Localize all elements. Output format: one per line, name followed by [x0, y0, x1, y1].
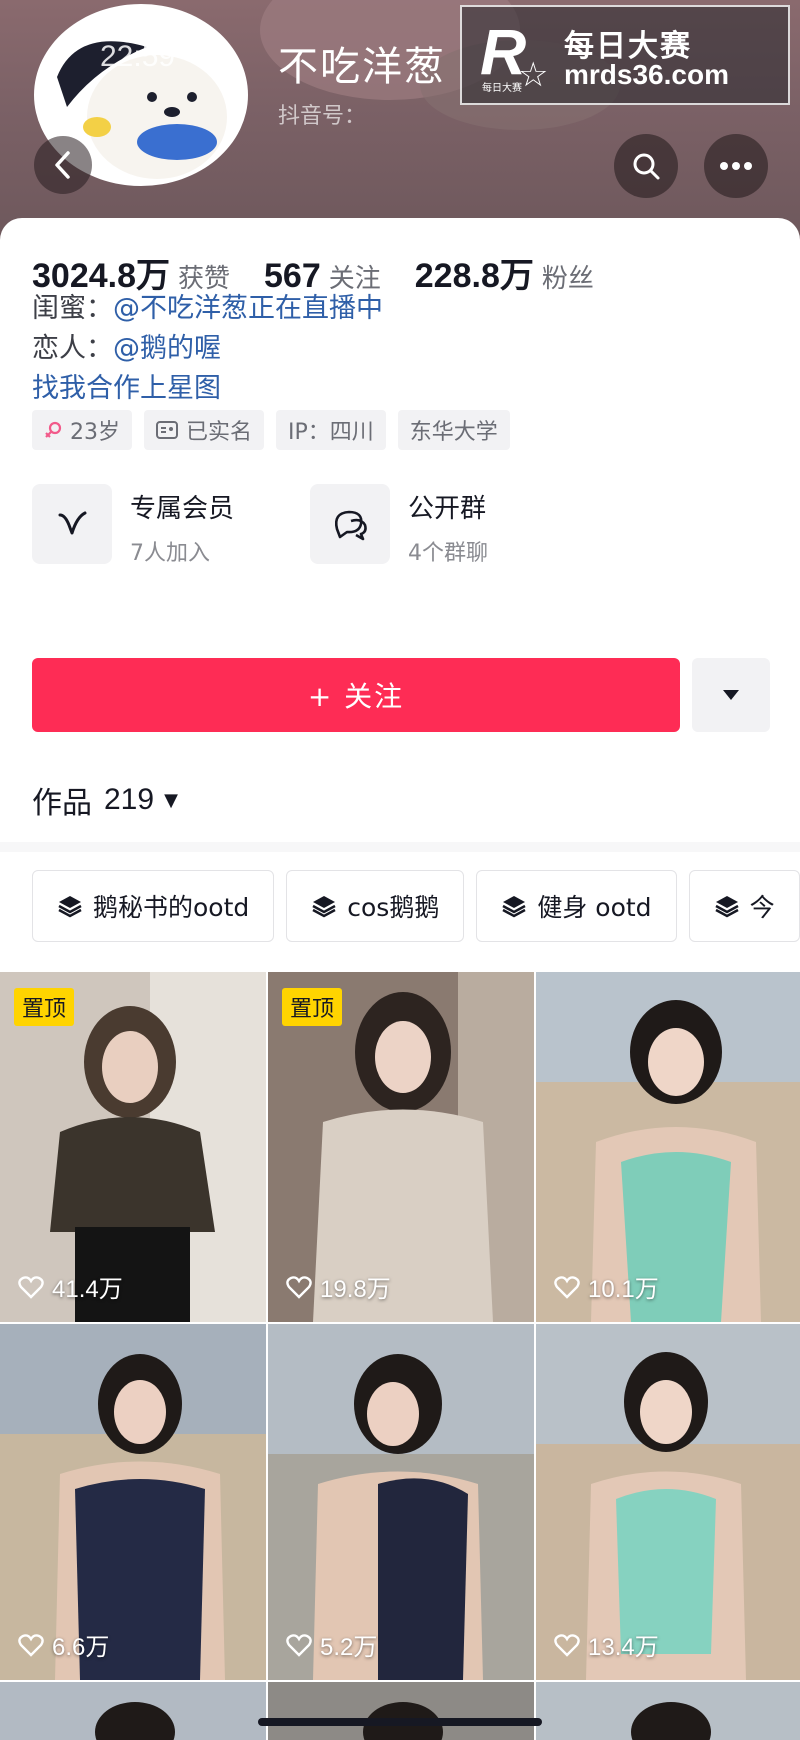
collection-name: 鹅秘书的ootd [93, 893, 250, 922]
feature-subtitle: 7人加入 [130, 541, 210, 566]
tag-verified: 已实名 [144, 410, 265, 450]
layers-icon [57, 894, 83, 918]
collections-row: 鹅秘书的ootd cos鹅鹅 健身 ootd 今 [32, 870, 800, 942]
tag-school[interactable]: 东华大学 [397, 410, 510, 450]
like-count: 19.8万 [320, 1276, 391, 1303]
watermark-url: mrds36.com [564, 59, 729, 90]
video-thumbnail[interactable] [536, 1682, 800, 1740]
pinned-badge: 置顶 [14, 988, 75, 1026]
heart-icon [554, 1633, 580, 1657]
tag-text: 已实名 [186, 420, 253, 445]
feature-subtitle: 4个群聊 [408, 541, 488, 566]
star-map-link[interactable]: 找我合作上星图 [32, 366, 221, 405]
feature-title: 专属会员 [130, 494, 235, 524]
tag-text: 23岁 [70, 420, 120, 445]
video-likes: 41.4万 [18, 1269, 123, 1304]
tag-age: 23岁 [32, 410, 132, 450]
pinned-badge: 置顶 [282, 988, 343, 1026]
video-photo [536, 1682, 800, 1740]
follow-options-button[interactable] [692, 658, 770, 732]
search-button[interactable] [614, 134, 678, 198]
video-thumbnail[interactable]: 13.4万 [536, 1324, 800, 1680]
star-icon: ☆ [518, 55, 549, 95]
heart-icon [286, 1633, 312, 1657]
video-thumbnail[interactable]: 5.2万 [268, 1324, 534, 1680]
video-thumbnail[interactable]: 10.1万 [536, 972, 800, 1322]
watermark-small-text: 每日大赛 [482, 83, 522, 94]
heart-icon [18, 1275, 44, 1299]
bestie-mention-link[interactable]: @不吃洋葱正在直播中 [113, 293, 383, 324]
tag-ip-location: IP：四川 [276, 410, 386, 450]
video-likes: 10.1万 [554, 1269, 659, 1304]
v-member-icon [32, 484, 112, 564]
video-likes: 6.6万 [18, 1627, 109, 1662]
video-likes: 5.2万 [286, 1627, 377, 1662]
profile-tags: 23岁 已实名 IP：四川 东华大学 [32, 410, 522, 450]
like-count: 13.4万 [588, 1634, 659, 1661]
home-indicator[interactable] [258, 1718, 542, 1726]
works-count: 219 [104, 783, 155, 816]
heart-icon [18, 1633, 44, 1657]
caret-down-icon: ▼ [164, 789, 178, 811]
video-thumbnail[interactable]: 6.6万 [0, 1324, 266, 1680]
heart-icon [286, 1275, 312, 1299]
works-tab[interactable]: 作品 219 ▼ [32, 778, 178, 822]
layers-icon [714, 894, 740, 918]
exclusive-membership-entry[interactable]: 专属会员 7人加入 [32, 484, 234, 567]
video-thumbnail[interactable] [268, 1682, 534, 1740]
douyin-id-label: 抖音号： [278, 104, 367, 129]
works-label: 作品 [32, 786, 92, 821]
id-card-icon [156, 421, 178, 439]
like-count: 41.4万 [52, 1276, 123, 1303]
video-grid: 置顶 41.4万 置顶 19.8万 10.1万 6.6万 5.2万 13.4万 [0, 972, 800, 1740]
video-photo [268, 1682, 534, 1740]
video-thumbnail[interactable] [0, 1682, 266, 1740]
stat-label: 粉丝 [541, 264, 594, 294]
back-button[interactable] [34, 136, 92, 194]
video-photo [0, 1682, 266, 1740]
more-button[interactable] [704, 134, 768, 198]
layers-icon [311, 894, 337, 918]
profile-nickname: 不吃洋葱 [278, 44, 446, 90]
profile-header: 22:59 不吃洋葱 抖音号： R ☆ 每日大赛 每日大赛 mrds36.com [0, 0, 800, 240]
bio-lover-line: 恋人：@鹅的喔 [32, 326, 221, 365]
more-dots-icon [720, 162, 752, 170]
heart-icon [554, 1275, 580, 1299]
collection-name: cos鹅鹅 [347, 893, 440, 922]
chevron-left-icon [55, 151, 70, 179]
caret-down-icon [723, 690, 739, 700]
video-likes: 19.8万 [286, 1269, 391, 1304]
collection-chip[interactable]: 鹅秘书的ootd [32, 870, 275, 942]
female-icon [44, 421, 62, 439]
layers-icon [501, 894, 527, 918]
stat-followers[interactable]: 228.8万 粉丝 [415, 248, 594, 297]
collection-name: 健身 ootd [537, 893, 652, 922]
like-count: 6.6万 [52, 1634, 110, 1661]
group-chat-icon [310, 484, 390, 564]
collection-chip[interactable]: 今 [688, 870, 800, 942]
stat-value: 228.8万 [414, 257, 534, 295]
video-thumbnail[interactable]: 置顶 19.8万 [268, 972, 534, 1322]
like-count: 10.1万 [588, 1276, 659, 1303]
video-likes: 13.4万 [554, 1627, 659, 1662]
collection-chip[interactable]: cos鹅鹅 [286, 870, 465, 942]
tag-text: 东华大学 [409, 420, 498, 445]
status-time: 22:59 [100, 40, 176, 73]
follow-button[interactable]: + 关注 [32, 658, 680, 732]
tag-text: IP：四川 [288, 420, 374, 445]
section-divider [0, 842, 800, 852]
feature-title: 公开群 [408, 494, 487, 524]
bio-bestie-line: 闺蜜：@不吃洋葱正在直播中 [32, 286, 383, 325]
video-thumbnail[interactable]: 置顶 41.4万 [0, 972, 266, 1322]
watermark-logo: R ☆ 每日大赛 每日大赛 mrds36.com [460, 5, 790, 105]
public-group-entry[interactable]: 公开群 4个群聊 [310, 484, 488, 567]
collection-name: 今 [749, 893, 775, 922]
collection-chip[interactable]: 健身 ootd [476, 870, 677, 942]
bio-bestie-label: 闺蜜： [32, 293, 113, 324]
like-count: 5.2万 [320, 1634, 378, 1661]
lover-mention-link[interactable]: @鹅的喔 [113, 333, 221, 364]
bio-lover-label: 恋人： [32, 333, 113, 364]
search-icon [633, 153, 660, 180]
